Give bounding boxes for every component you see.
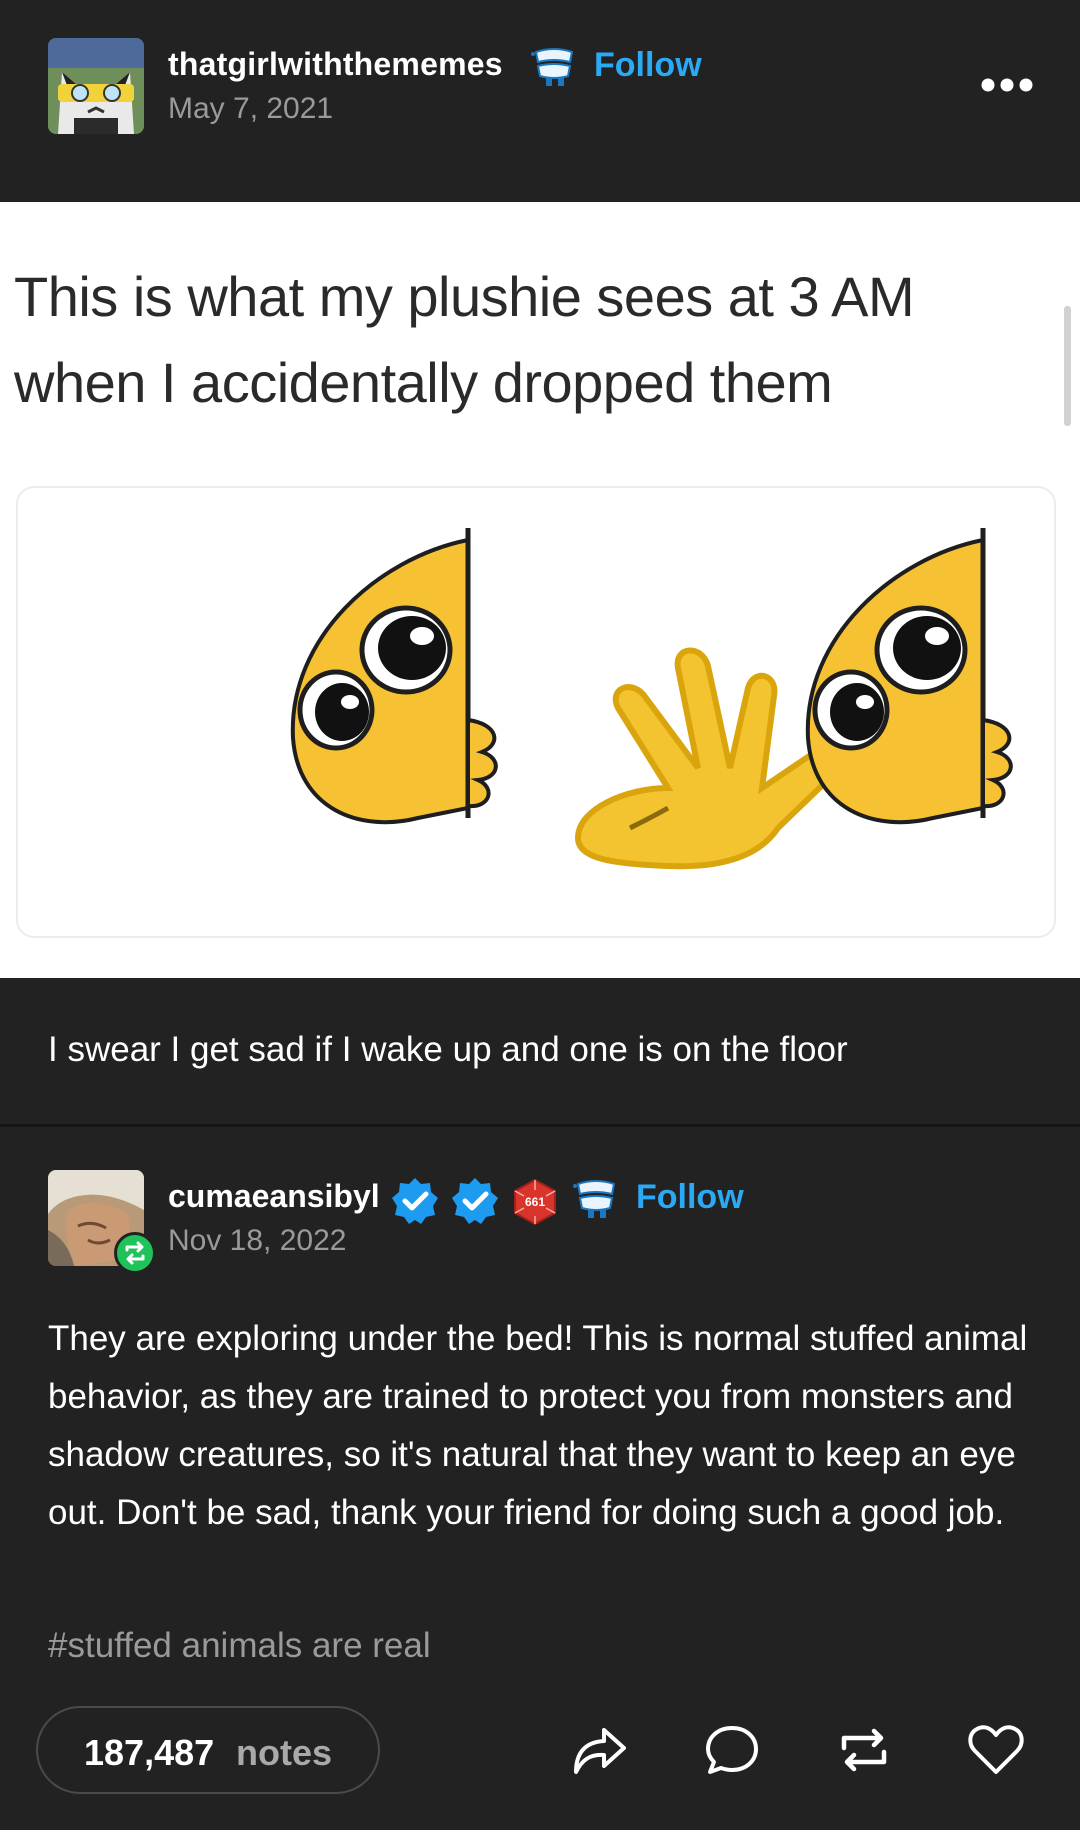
- notes-button[interactable]: 187,487 notes: [36, 1706, 380, 1794]
- notes-count: 187,487: [84, 1732, 215, 1773]
- post-header: thatgirlwiththememes Follow May 7, 2021: [0, 0, 1080, 202]
- reblog-follow-button[interactable]: Follow: [636, 1178, 744, 1217]
- teeth-badge-icon: [572, 1176, 620, 1220]
- reblog-date: Nov 18, 2022: [168, 1224, 347, 1257]
- verified-badge-icon-2: [450, 1176, 500, 1226]
- post-tag[interactable]: #stuffed animals are real: [48, 1626, 431, 1666]
- divider: [0, 1124, 1080, 1127]
- reply-icon[interactable]: [702, 1722, 762, 1778]
- reblog-body: They are exploring under the bed! This i…: [48, 1319, 1028, 1532]
- post-caption: I swear I get sad if I wake up and one i…: [48, 1030, 848, 1069]
- reblog-badge-icon: [114, 1232, 156, 1274]
- post-image[interactable]: This is what my plushie sees at 3 AM whe…: [0, 202, 1080, 978]
- more-icon[interactable]: [980, 74, 1034, 96]
- meme-text-line-2: when I accidentally dropped them: [14, 351, 833, 414]
- reblog-username[interactable]: cumaeansibyl: [168, 1178, 380, 1215]
- like-icon[interactable]: [966, 1722, 1026, 1778]
- meme-text: This is what my plushie sees at 3 AM whe…: [14, 254, 1014, 426]
- reblog-icon[interactable]: [834, 1722, 894, 1778]
- cat-sunglasses-avatar[interactable]: [48, 38, 144, 134]
- teeth-badge-icon: [530, 44, 578, 88]
- peeking-emoji-left: [290, 528, 498, 825]
- notes-label: notes: [236, 1732, 333, 1773]
- verified-badge-icon: [390, 1176, 440, 1226]
- peeking-emoji-right: [805, 528, 1013, 825]
- image-edge-mark: [1064, 306, 1071, 426]
- grabbing-hand: [574, 647, 846, 870]
- post-date: May 7, 2021: [168, 92, 334, 125]
- post-username[interactable]: thatgirlwiththememes: [168, 46, 503, 83]
- d20-badge-number: 661: [525, 1195, 545, 1209]
- share-icon[interactable]: [570, 1722, 630, 1778]
- follow-button[interactable]: Follow: [594, 46, 702, 85]
- d20-badge-icon: 661: [512, 1178, 558, 1226]
- meme-illustration: [16, 486, 1056, 938]
- meme-text-line-1: This is what my plushie sees at 3 AM: [14, 265, 915, 328]
